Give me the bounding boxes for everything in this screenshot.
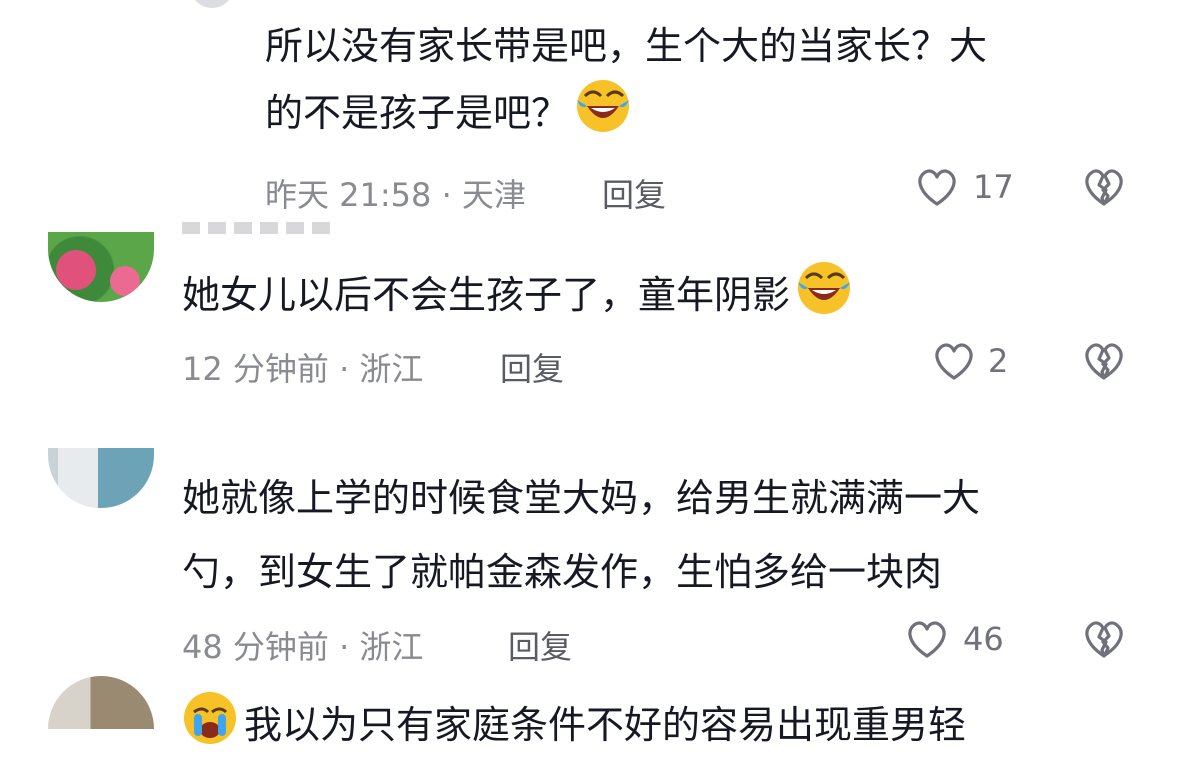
comment-timestamp: 昨天 21:58 · 天津 bbox=[265, 176, 526, 214]
comment-text: 我以为只有家庭条件不好的容易出现重男轻 bbox=[244, 703, 967, 747]
laughing-tears-emoji-icon bbox=[575, 78, 631, 134]
laughing-tears-emoji-icon bbox=[796, 260, 852, 316]
heart-outline-icon bbox=[915, 166, 959, 210]
avatar-figure bbox=[58, 448, 98, 508]
crying-emoji-icon bbox=[182, 690, 238, 746]
comment-timestamp: 48 分钟前 · 浙江 bbox=[182, 628, 424, 666]
avatar-partial[interactable] bbox=[190, 0, 234, 8]
comment-text: 她女儿以后不会生孩子了，童年阴影 bbox=[182, 273, 791, 317]
avatar-flower bbox=[56, 250, 96, 290]
like-button[interactable]: 46 bbox=[905, 618, 1015, 666]
heart-outline-icon bbox=[905, 618, 949, 662]
comment-text-line: 她就像上学的时候食堂大妈，给男生就满满一大 bbox=[182, 476, 981, 520]
like-count: 17 bbox=[973, 168, 1014, 206]
heart-outline-icon bbox=[932, 340, 976, 384]
comment-text-line: 的不是孩子是吧？ bbox=[265, 78, 631, 145]
avatar[interactable] bbox=[48, 448, 154, 508]
comment-timestamp: 12 分钟前 · 浙江 bbox=[182, 350, 424, 388]
comment-text-line: 所以没有家长带是吧，生个大的当家长？大 bbox=[265, 24, 988, 68]
broken-heart-icon bbox=[1082, 340, 1128, 384]
like-button[interactable]: 2 bbox=[932, 340, 1022, 388]
comment-text-line: 她女儿以后不会生孩子了，童年阴影 bbox=[182, 260, 852, 327]
comment-text-line: 勺，到女生了就帕金森发作，生怕多给一块肉 bbox=[182, 550, 943, 594]
avatar[interactable] bbox=[48, 232, 154, 302]
username-partial bbox=[182, 222, 332, 234]
like-count: 2 bbox=[988, 342, 1009, 380]
comment-text-tail: 的不是孩子是吧？ bbox=[265, 91, 570, 135]
reply-button[interactable]: 回复 bbox=[602, 170, 666, 216]
reply-button[interactable]: 回复 bbox=[508, 622, 572, 668]
dislike-button[interactable] bbox=[1082, 340, 1128, 386]
reply-button[interactable]: 回复 bbox=[500, 344, 564, 390]
avatar[interactable] bbox=[48, 676, 154, 729]
dislike-button[interactable] bbox=[1082, 618, 1128, 664]
like-count: 46 bbox=[963, 620, 1004, 658]
dislike-button[interactable] bbox=[1082, 166, 1128, 212]
like-button[interactable]: 17 bbox=[915, 166, 1015, 214]
broken-heart-icon bbox=[1082, 166, 1128, 210]
avatar-flower bbox=[110, 266, 140, 296]
comment-text-line: 我以为只有家庭条件不好的容易出现重男轻 bbox=[182, 690, 966, 757]
broken-heart-icon bbox=[1082, 618, 1128, 662]
